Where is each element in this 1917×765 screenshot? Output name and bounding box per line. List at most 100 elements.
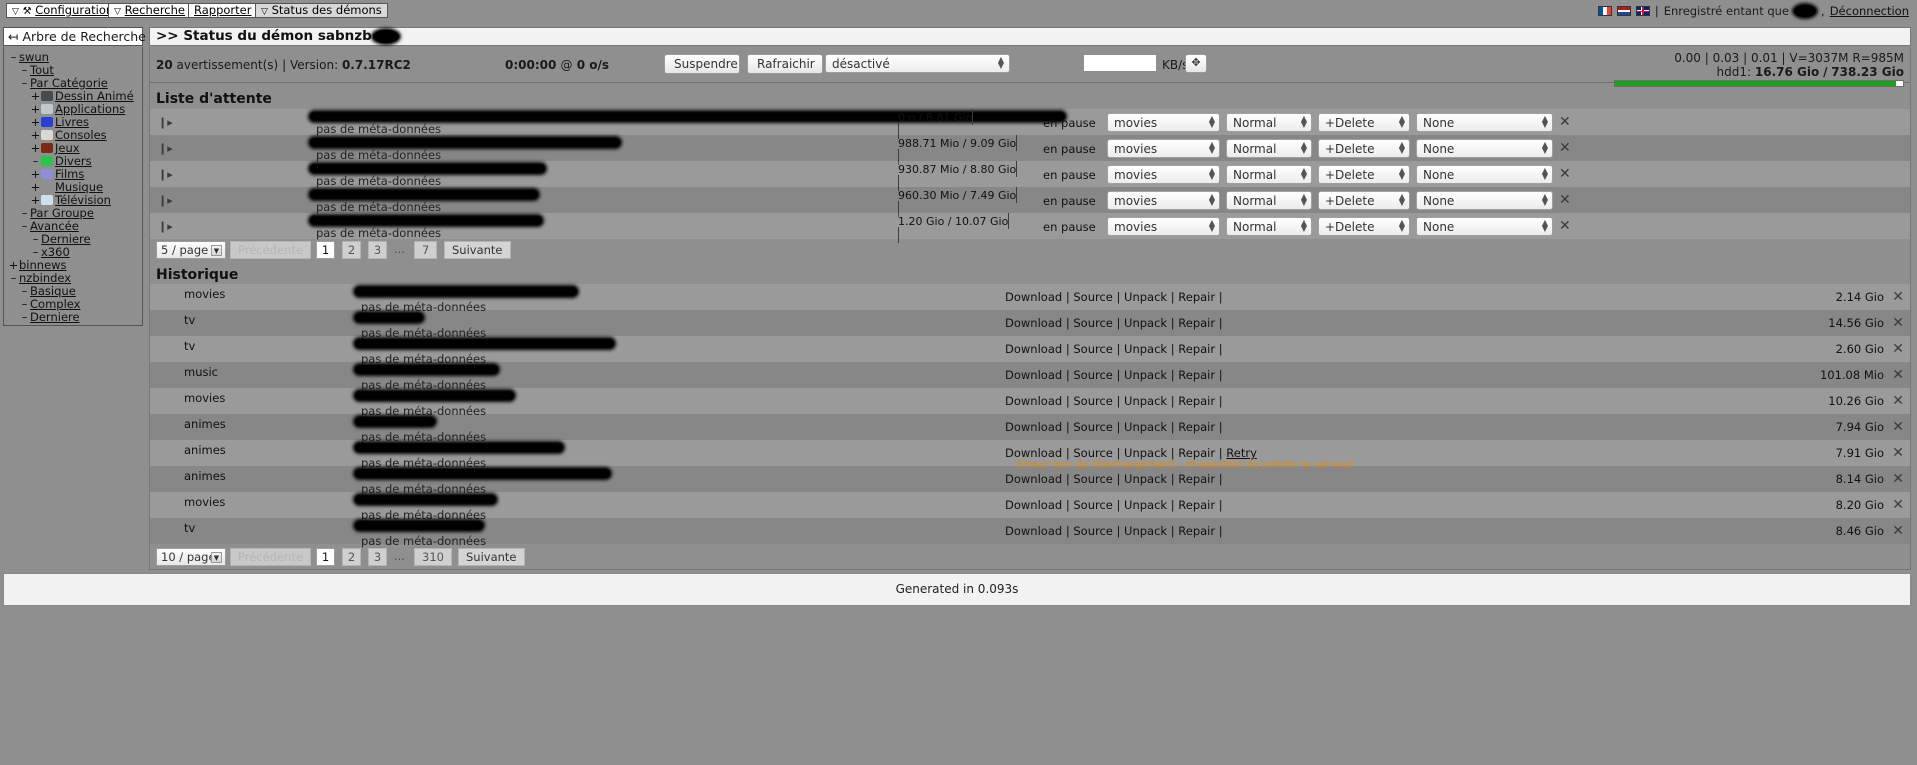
queue-remove-icon[interactable]: ✕	[1559, 219, 1571, 233]
tab-status-des-demons[interactable]: ▽ Status des démons	[255, 3, 388, 18]
collapse-icon[interactable]: –	[19, 77, 30, 90]
sidebar-item-label[interactable]: Tout	[30, 63, 54, 77]
queue-postproc-select[interactable]: +Delete ▲ ▼	[1318, 139, 1410, 158]
pager-page-button[interactable]: 1	[316, 548, 335, 566]
history-remove-icon[interactable]: ✕	[1892, 394, 1904, 408]
pager-page-button[interactable]: 2	[342, 548, 361, 566]
queue-category-select[interactable]: movies ▲ ▼	[1107, 139, 1220, 158]
history-action-source[interactable]: Source	[1073, 472, 1113, 486]
sidebar-item-label[interactable]: Télévision	[55, 193, 111, 207]
history-action-unpack[interactable]: Unpack	[1124, 472, 1167, 486]
collapse-icon[interactable]: –	[8, 51, 19, 64]
history-action-download[interactable]: Download	[1005, 498, 1062, 512]
history-action-download[interactable]: Download	[1005, 524, 1062, 538]
sidebar-item-label[interactable]: Musique	[55, 180, 103, 194]
drag-handle-icon[interactable]: ❙▸	[158, 168, 173, 181]
history-action-source[interactable]: Source	[1073, 394, 1113, 408]
queue-postproc-select[interactable]: +Delete ▲ ▼	[1318, 165, 1410, 184]
history-action-repair[interactable]: Repair	[1178, 498, 1215, 512]
history-action-source[interactable]: Source	[1073, 368, 1113, 382]
queue-row[interactable]: ❙▸ pas de méta-données 1.20 Gio / 10.07 Gi…	[150, 213, 1910, 243]
sidebar-item-swun[interactable]: – swun	[8, 51, 142, 64]
queue-remove-icon[interactable]: ✕	[1559, 193, 1571, 207]
history-row[interactable]: movies pas de méta-données Download | Sour…	[150, 284, 1910, 314]
queue-row[interactable]: ❙▸ pas de méta-données 988.71 Mio / 9.09 G…	[150, 135, 1910, 165]
queue-priority-select[interactable]: Normal ▲ ▼	[1226, 113, 1312, 132]
sidebar-item-label[interactable]: Jeux	[55, 141, 80, 155]
history-action-source[interactable]: Source	[1073, 316, 1113, 330]
history-action-source[interactable]: Source	[1073, 342, 1113, 356]
queue-category-select[interactable]: movies ▲ ▼	[1107, 165, 1220, 184]
sidebar-item-derniere[interactable]: – Derniere	[8, 311, 142, 324]
history-action-repair[interactable]: Repair	[1178, 316, 1215, 330]
history-remove-icon[interactable]: ✕	[1892, 316, 1904, 330]
pager-next-button[interactable]: Suivante	[444, 241, 511, 259]
queue-postproc-select[interactable]: +Delete ▲ ▼	[1318, 191, 1410, 210]
pager-page-button[interactable]: 1	[316, 241, 335, 259]
history-action-unpack[interactable]: Unpack	[1124, 498, 1167, 512]
queue-row[interactable]: ❙▸ pas de méta-données 930.87 Mio / 8.80 G…	[150, 161, 1910, 191]
history-row[interactable]: music pas de méta-données Download | Sourc…	[150, 362, 1910, 392]
history-action-repair[interactable]: Repair	[1178, 342, 1215, 356]
sidebar-item-label[interactable]: Basique	[30, 284, 76, 298]
sidebar-item-label[interactable]: Films	[55, 167, 84, 181]
collapse-icon[interactable]: –	[19, 220, 30, 233]
queue-category-select[interactable]: movies ▲ ▼	[1107, 191, 1220, 210]
sidebar-item-label[interactable]: Applications	[55, 102, 125, 116]
queue-priority-select[interactable]: Normal ▲ ▼	[1226, 217, 1312, 236]
tab-rapporter[interactable]: Rapporter	[188, 3, 258, 18]
logout-link[interactable]: Déconnection	[1830, 4, 1909, 18]
queue-remove-icon[interactable]: ✕	[1559, 115, 1571, 129]
history-action-source[interactable]: Source	[1073, 446, 1113, 460]
collapse-icon[interactable]: –	[19, 311, 30, 324]
shutdown-action-select[interactable]: désactivé ▲ ▼	[825, 54, 1010, 73]
history-row[interactable]: tv pas de méta-données Download | Source |…	[150, 310, 1910, 340]
sidebar-item-label[interactable]: Derniere	[41, 232, 91, 246]
history-action-download[interactable]: Download	[1005, 420, 1062, 434]
pager-last-page-button[interactable]: 310	[414, 548, 452, 566]
collapse-icon[interactable]: –	[8, 272, 19, 285]
history-action-unpack[interactable]: Unpack	[1124, 290, 1167, 304]
sidebar-item-label[interactable]: Par Groupe	[30, 206, 94, 220]
sidebar-item-label[interactable]: Consoles	[55, 128, 107, 142]
queue-remove-icon[interactable]: ✕	[1559, 167, 1571, 181]
history-action-download[interactable]: Download	[1005, 290, 1062, 304]
queue-script-select[interactable]: None ▲ ▼	[1416, 113, 1553, 132]
drag-handle-icon[interactable]: ❙▸	[158, 194, 173, 207]
queue-priority-select[interactable]: Normal ▲ ▼	[1226, 191, 1312, 210]
history-row[interactable]: animes pas de méta-données Download | Sour…	[150, 466, 1910, 496]
history-row[interactable]: movies pas de méta-données Download | Sour…	[150, 388, 1910, 418]
sidebar-item-label[interactable]: binnews	[19, 258, 67, 272]
sidebar-item-label[interactable]: Par Catégorie	[30, 76, 108, 90]
queue-script-select[interactable]: None ▲ ▼	[1416, 191, 1553, 210]
sidebar-item-derniere[interactable]: – Derniere	[8, 233, 142, 246]
history-action-retry[interactable]: Retry	[1226, 446, 1257, 460]
queue-postproc-select[interactable]: +Delete ▲ ▼	[1318, 217, 1410, 236]
chevron-down-icon[interactable]: ▼	[211, 245, 222, 256]
history-remove-icon[interactable]: ✕	[1892, 472, 1904, 486]
queue-remove-icon[interactable]: ✕	[1559, 141, 1571, 155]
speed-limit-input[interactable]	[1083, 54, 1157, 72]
sidebar-item-label[interactable]: Dessin Animé	[55, 89, 134, 103]
pager-page-button[interactable]: 3	[368, 548, 387, 566]
history-action-source[interactable]: Source	[1073, 498, 1113, 512]
queue-category-select[interactable]: movies ▲ ▼	[1107, 217, 1220, 236]
sidebar-item-label[interactable]: Livres	[55, 115, 89, 129]
sidebar-item-label[interactable]: Divers	[55, 154, 92, 168]
history-remove-icon[interactable]: ✕	[1892, 446, 1904, 460]
history-action-repair[interactable]: Repair	[1178, 290, 1215, 304]
queue-row[interactable]: ❙▸ pas de méta-données 0 o / 8.81 Gio en pa…	[150, 109, 1910, 139]
sidebar-header[interactable]: ↤ Arbre de Recherche	[3, 27, 146, 46]
history-remove-icon[interactable]: ✕	[1892, 290, 1904, 304]
queue-priority-select[interactable]: Normal ▲ ▼	[1226, 139, 1312, 158]
history-action-unpack[interactable]: Unpack	[1124, 316, 1167, 330]
history-action-source[interactable]: Source	[1073, 420, 1113, 434]
pager-page-button[interactable]: 2	[342, 241, 361, 259]
history-action-download[interactable]: Download	[1005, 446, 1062, 460]
history-action-repair[interactable]: Repair	[1178, 446, 1215, 460]
queue-script-select[interactable]: None ▲ ▼	[1416, 139, 1553, 158]
queue-script-select[interactable]: None ▲ ▼	[1416, 165, 1553, 184]
pager-last-page-button[interactable]: 7	[414, 241, 438, 259]
history-row[interactable]: animes pas de méta-données Download | Sour…	[150, 414, 1910, 444]
queue-row[interactable]: ❙▸ pas de méta-données 960.30 Mio / 7.49 G…	[150, 187, 1910, 217]
